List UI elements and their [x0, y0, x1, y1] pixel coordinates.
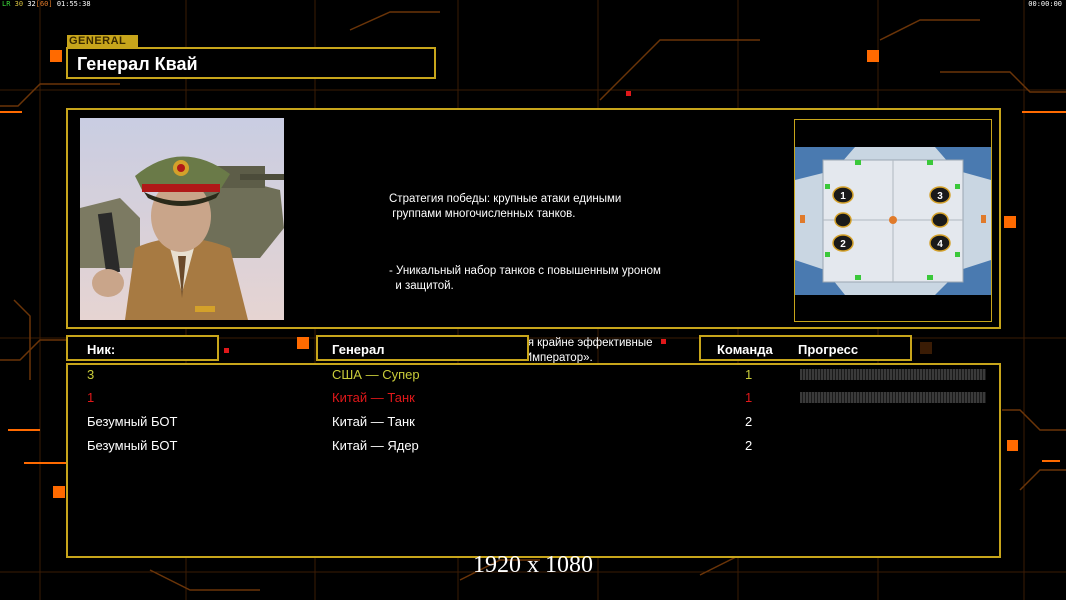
- header-team-progress: Команда Прогресс: [699, 335, 912, 361]
- hud-fps-limit: [60]: [35, 0, 53, 8]
- general-name-box: Генерал Квай: [66, 47, 436, 79]
- table-row: 1 Китай — Танк 1: [68, 388, 1003, 408]
- player-nick: Безумный БОТ: [87, 414, 178, 429]
- header-nick-label: Ник:: [87, 342, 116, 357]
- description-strategy: Стратегия победы: крупные атаки едиными …: [389, 193, 622, 220]
- description-tanks: - Уникальный набор танков с повышенным у…: [389, 265, 661, 292]
- player-team: 1: [745, 390, 753, 405]
- table-row: Безумный БОТ Китай — Танк 2: [68, 412, 1003, 432]
- hud-fps2: 32: [27, 0, 36, 8]
- table-row: 3 США — Супер 1: [68, 365, 1003, 385]
- hud-lr: LR: [2, 0, 11, 8]
- spawn-label-1: 1: [840, 191, 846, 202]
- player-progress-bar: [800, 392, 986, 403]
- spawn-label-4: 4: [937, 239, 943, 250]
- table-row: Безумный БОТ Китай — Ядер 2: [68, 436, 1003, 456]
- player-general: США — Супер: [332, 367, 420, 382]
- hud-time: 01:55:38: [56, 0, 91, 8]
- player-progress-bar: [800, 369, 986, 380]
- player-nick: 3: [87, 367, 95, 382]
- header-general: Генерал: [316, 335, 529, 361]
- player-nick: 1: [87, 390, 95, 405]
- hud-status: LR 30 32[60] 01:55:38: [2, 0, 91, 8]
- header-general-label: Генерал: [332, 342, 385, 357]
- header-progress-label: Прогресс: [798, 342, 859, 357]
- resolution-caption: 1920 x 1080: [473, 552, 593, 578]
- map-preview: 1 3 2 4: [794, 119, 992, 322]
- player-general: Китай — Танк: [332, 390, 415, 405]
- player-team: 2: [745, 438, 753, 453]
- header-nick: Ник:: [66, 335, 219, 361]
- player-nick: Безумный БОТ: [87, 438, 178, 453]
- general-name: Генерал Квай: [77, 54, 198, 74]
- hud-clock: 00:00:00: [1028, 0, 1062, 8]
- player-team: 1: [745, 367, 753, 382]
- player-team: 2: [745, 414, 753, 429]
- players-table: 3 США — Супер 1 1 Китай — Танк 1 Безумны…: [66, 363, 1001, 558]
- header-team-label: Команда: [717, 342, 773, 357]
- player-general: Китай — Танк: [332, 414, 415, 429]
- hud-fps: 30: [14, 0, 24, 8]
- spawn-label-3: 3: [937, 191, 943, 202]
- general-portrait: [80, 118, 284, 320]
- spawn-label-2: 2: [840, 239, 846, 250]
- player-general: Китай — Ядер: [332, 438, 419, 453]
